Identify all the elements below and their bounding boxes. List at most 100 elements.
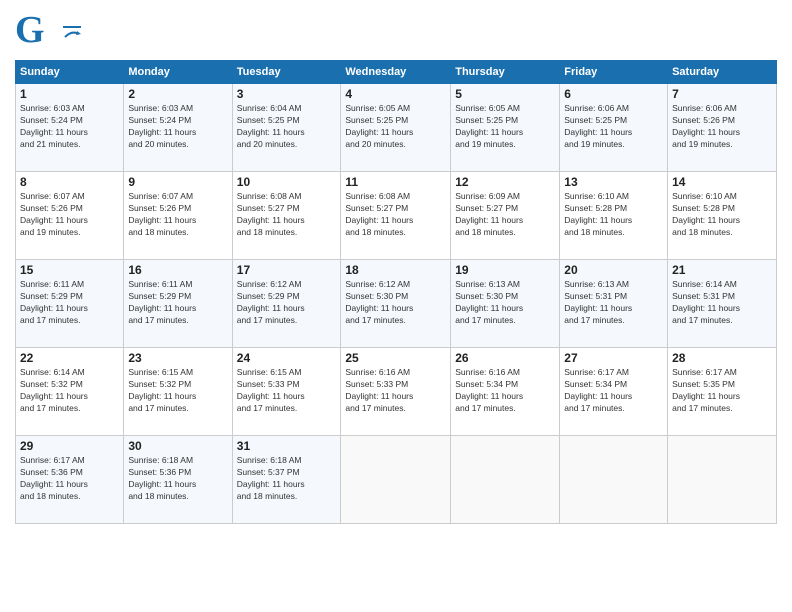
day-info: Sunrise: 6:05 AMSunset: 5:25 PMDaylight:… — [345, 103, 446, 151]
day-number: 8 — [20, 175, 119, 189]
day-info: Sunrise: 6:05 AMSunset: 5:25 PMDaylight:… — [455, 103, 555, 151]
table-row: 28 Sunrise: 6:17 AMSunset: 5:35 PMDayligh… — [668, 348, 777, 436]
table-row: 21 Sunrise: 6:14 AMSunset: 5:31 PMDayligh… — [668, 260, 777, 348]
day-number: 23 — [128, 351, 227, 365]
day-info: Sunrise: 6:15 AMSunset: 5:33 PMDaylight:… — [237, 367, 337, 415]
table-row: 18 Sunrise: 6:12 AMSunset: 5:30 PMDayligh… — [341, 260, 451, 348]
day-number: 21 — [672, 263, 772, 277]
table-row: 19Sunrise: 6:13 AMSunset: 5:30 PMDayligh… — [451, 260, 560, 348]
table-row: 23 Sunrise: 6:15 AMSunset: 5:32 PMDayligh… — [124, 348, 232, 436]
day-info: Sunrise: 6:07 AMSunset: 5:26 PMDaylight:… — [128, 191, 227, 239]
day-info: Sunrise: 6:16 AMSunset: 5:34 PMDaylight:… — [455, 367, 555, 415]
day-number: 3 — [237, 87, 337, 101]
table-row: 29 Sunrise: 6:17 AMSunset: 5:36 PMDayligh… — [16, 436, 124, 524]
day-number: 29 — [20, 439, 119, 453]
calendar-table: Sunday Monday Tuesday Wednesday Thursday… — [15, 60, 777, 524]
table-row: 5 Sunrise: 6:05 AMSunset: 5:25 PMDaylight… — [451, 84, 560, 172]
week-row-3: 15 Sunrise: 6:11 AMSunset: 5:29 PMDayligh… — [16, 260, 777, 348]
day-number: 12 — [455, 175, 555, 189]
header: G — [15, 10, 777, 54]
day-number: 10 — [237, 175, 337, 189]
week-row-2: 8 Sunrise: 6:07 AMSunset: 5:26 PMDaylight… — [16, 172, 777, 260]
table-row: 16 Sunrise: 6:11 AMSunset: 5:29 PMDayligh… — [124, 260, 232, 348]
day-info: Sunrise: 6:04 AMSunset: 5:25 PMDaylight:… — [237, 103, 337, 151]
table-row: 7Sunrise: 6:06 AMSunset: 5:26 PMDaylight… — [668, 84, 777, 172]
day-number: 5 — [455, 87, 555, 101]
day-number: 9 — [128, 175, 227, 189]
day-number: 27 — [564, 351, 663, 365]
day-number: 31 — [237, 439, 337, 453]
day-number: 15 — [20, 263, 119, 277]
day-info: Sunrise: 6:17 AMSunset: 5:36 PMDaylight:… — [20, 455, 119, 503]
day-info: Sunrise: 6:14 AMSunset: 5:31 PMDaylight:… — [672, 279, 772, 327]
day-number: 2 — [128, 87, 227, 101]
week-row-5: 29 Sunrise: 6:17 AMSunset: 5:36 PMDayligh… — [16, 436, 777, 524]
day-number: 24 — [237, 351, 337, 365]
day-number: 30 — [128, 439, 227, 453]
calendar-header-row: Sunday Monday Tuesday Wednesday Thursday… — [16, 61, 777, 84]
day-number: 7 — [672, 87, 772, 101]
day-number: 6 — [564, 87, 663, 101]
day-info: Sunrise: 6:12 AMSunset: 5:30 PMDaylight:… — [345, 279, 446, 327]
page: G Sunday Mond — [0, 0, 792, 612]
table-row: 17 Sunrise: 6:12 AMSunset: 5:29 PMDayligh… — [232, 260, 341, 348]
table-row: 9 Sunrise: 6:07 AMSunset: 5:26 PMDaylight… — [124, 172, 232, 260]
day-number: 11 — [345, 175, 446, 189]
table-row: 22 Sunrise: 6:14 AMSunset: 5:32 PMDayligh… — [16, 348, 124, 436]
col-thursday: Thursday — [451, 61, 560, 84]
day-number: 17 — [237, 263, 337, 277]
day-info: Sunrise: 6:15 AMSunset: 5:32 PMDaylight:… — [128, 367, 227, 415]
table-row: 14Sunrise: 6:10 AMSunset: 5:28 PMDayligh… — [668, 172, 777, 260]
table-row — [668, 436, 777, 524]
day-info: Sunrise: 6:08 AMSunset: 5:27 PMDaylight:… — [237, 191, 337, 239]
table-row: 13 Sunrise: 6:10 AMSunset: 5:28 PMDayligh… — [560, 172, 668, 260]
day-number: 13 — [564, 175, 663, 189]
logo-icon: G — [15, 10, 59, 54]
col-monday: Monday — [124, 61, 232, 84]
day-info: Sunrise: 6:12 AMSunset: 5:29 PMDaylight:… — [237, 279, 337, 327]
table-row — [451, 436, 560, 524]
logo-swoosh — [63, 29, 81, 39]
table-row: 26Sunrise: 6:16 AMSunset: 5:34 PMDayligh… — [451, 348, 560, 436]
table-row: 2 Sunrise: 6:03 AMSunset: 5:24 PMDaylight… — [124, 84, 232, 172]
logo-text-block — [63, 25, 81, 39]
table-row: 12 Sunrise: 6:09 AMSunset: 5:27 PMDayligh… — [451, 172, 560, 260]
table-row: 11 Sunrise: 6:08 AMSunset: 5:27 PMDayligh… — [341, 172, 451, 260]
table-row: 27 Sunrise: 6:17 AMSunset: 5:34 PMDayligh… — [560, 348, 668, 436]
col-saturday: Saturday — [668, 61, 777, 84]
day-number: 1 — [20, 87, 119, 101]
day-number: 4 — [345, 87, 446, 101]
table-row: 4 Sunrise: 6:05 AMSunset: 5:25 PMDaylight… — [341, 84, 451, 172]
col-friday: Friday — [560, 61, 668, 84]
day-info: Sunrise: 6:03 AMSunset: 5:24 PMDaylight:… — [128, 103, 227, 151]
day-info: Sunrise: 6:09 AMSunset: 5:27 PMDaylight:… — [455, 191, 555, 239]
table-row: 1Sunrise: 6:03 AMSunset: 5:24 PMDaylight… — [16, 84, 124, 172]
day-number: 16 — [128, 263, 227, 277]
day-info: Sunrise: 6:18 AMSunset: 5:36 PMDaylight:… — [128, 455, 227, 503]
table-row: 15 Sunrise: 6:11 AMSunset: 5:29 PMDayligh… — [16, 260, 124, 348]
table-row — [560, 436, 668, 524]
table-row: 30 Sunrise: 6:18 AMSunset: 5:36 PMDayligh… — [124, 436, 232, 524]
day-number: 18 — [345, 263, 446, 277]
table-row: 6 Sunrise: 6:06 AMSunset: 5:25 PMDaylight… — [560, 84, 668, 172]
day-info: Sunrise: 6:17 AMSunset: 5:34 PMDaylight:… — [564, 367, 663, 415]
col-sunday: Sunday — [16, 61, 124, 84]
day-info: Sunrise: 6:06 AMSunset: 5:25 PMDaylight:… — [564, 103, 663, 151]
day-info: Sunrise: 6:13 AMSunset: 5:31 PMDaylight:… — [564, 279, 663, 327]
day-info: Sunrise: 6:11 AMSunset: 5:29 PMDaylight:… — [20, 279, 119, 327]
table-row: 10 Sunrise: 6:08 AMSunset: 5:27 PMDayligh… — [232, 172, 341, 260]
day-info: Sunrise: 6:18 AMSunset: 5:37 PMDaylight:… — [237, 455, 337, 503]
day-info: Sunrise: 6:08 AMSunset: 5:27 PMDaylight:… — [345, 191, 446, 239]
day-number: 22 — [20, 351, 119, 365]
day-info: Sunrise: 6:10 AMSunset: 5:28 PMDaylight:… — [564, 191, 663, 239]
week-row-4: 22 Sunrise: 6:14 AMSunset: 5:32 PMDayligh… — [16, 348, 777, 436]
day-info: Sunrise: 6:17 AMSunset: 5:35 PMDaylight:… — [672, 367, 772, 415]
table-row: 25Sunrise: 6:16 AMSunset: 5:33 PMDayligh… — [341, 348, 451, 436]
day-number: 25 — [345, 351, 446, 365]
day-info: Sunrise: 6:07 AMSunset: 5:26 PMDaylight:… — [20, 191, 119, 239]
day-info: Sunrise: 6:14 AMSunset: 5:32 PMDaylight:… — [20, 367, 119, 415]
day-info: Sunrise: 6:11 AMSunset: 5:29 PMDaylight:… — [128, 279, 227, 327]
table-row: 3 Sunrise: 6:04 AMSunset: 5:25 PMDaylight… — [232, 84, 341, 172]
day-number: 28 — [672, 351, 772, 365]
week-row-1: 1 Sunrise: 6:03 AMSunset: 5:24 PMDaylight… — [16, 84, 777, 172]
